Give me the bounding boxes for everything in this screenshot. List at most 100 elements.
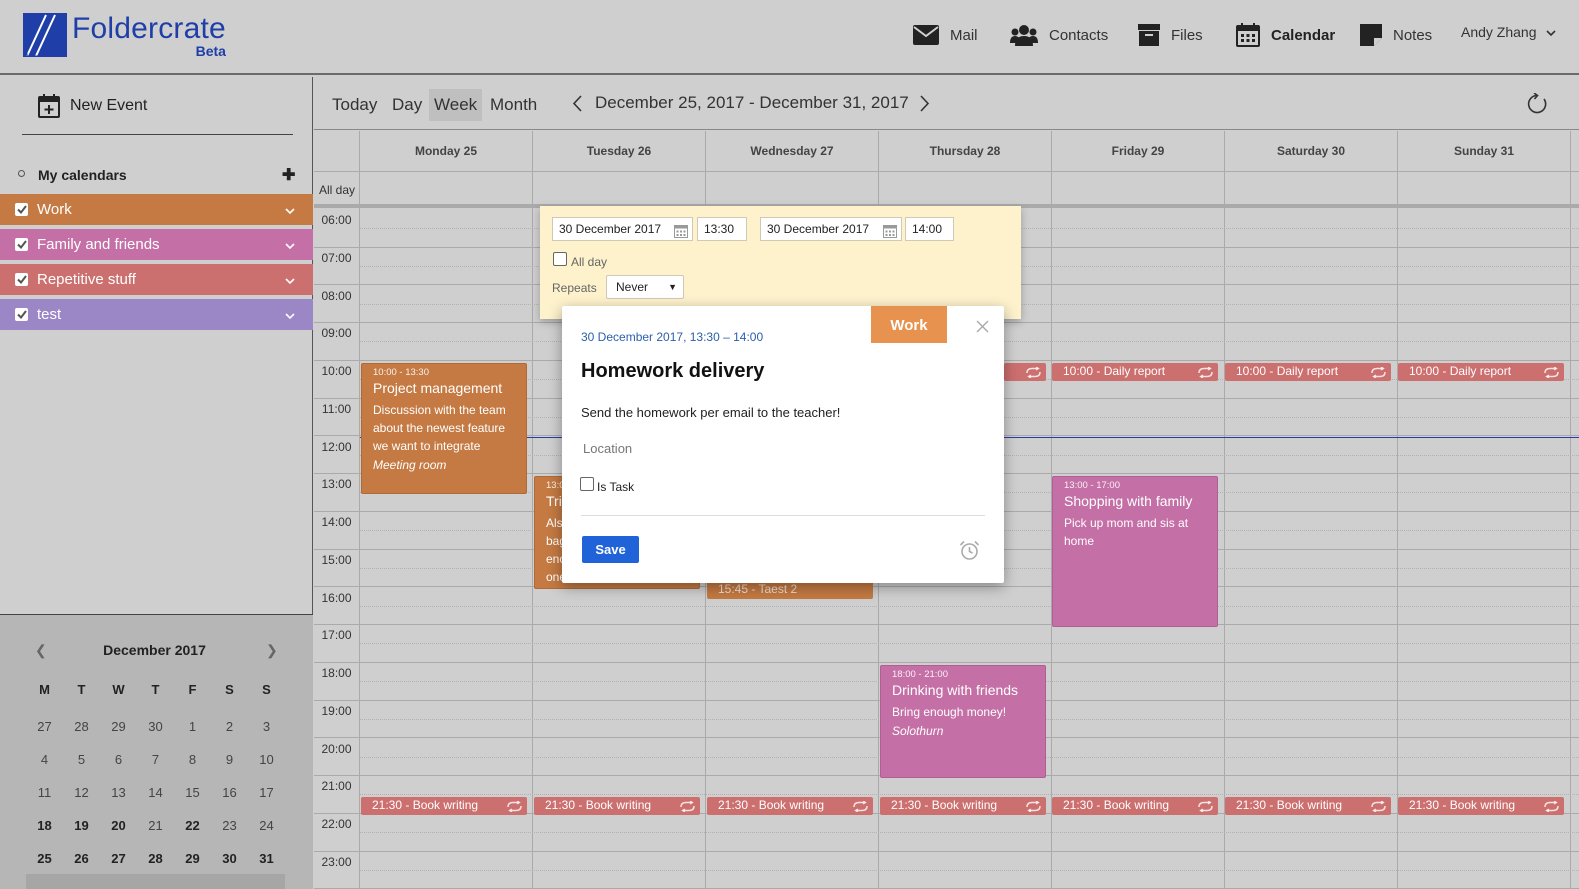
mini-day[interactable]: 12 <box>63 778 100 808</box>
mini-day[interactable]: 27 <box>26 712 63 742</box>
mini-next-month-button[interactable]: ❯ <box>266 642 278 659</box>
day-header[interactable]: Thursday 28 <box>878 131 1051 171</box>
calendar-icon[interactable] <box>883 223 897 245</box>
event-daily-report[interactable]: 10:00 - Daily report <box>1225 363 1391 381</box>
refresh-icon[interactable] <box>1526 92 1548 120</box>
all-day-row[interactable]: All day <box>314 171 1579 208</box>
prev-week-icon[interactable] <box>572 95 582 117</box>
mini-day[interactable]: 19 <box>63 811 100 841</box>
mini-day[interactable]: 14 <box>137 778 174 808</box>
add-calendar-button[interactable]: ✚ <box>282 165 295 185</box>
month-view-button[interactable]: Month <box>485 89 542 121</box>
mini-day[interactable]: 27 <box>100 844 137 874</box>
mini-day[interactable]: 26 <box>63 844 100 874</box>
event-daily-report[interactable]: 10:00 - Daily report <box>1398 363 1564 381</box>
chevron-down-icon[interactable] <box>285 237 295 254</box>
start-time-input[interactable]: 13:30 <box>697 217 747 241</box>
event-book-writing[interactable]: 21:30 - Book writing <box>1052 797 1218 815</box>
is-task-checkbox[interactable] <box>580 477 594 491</box>
mini-day[interactable]: 9 <box>211 745 248 775</box>
event-book-writing[interactable]: 21:30 - Book writing <box>361 797 527 815</box>
nav-notes[interactable]: Notes <box>1360 20 1432 50</box>
event-daily-report[interactable] <box>1004 363 1046 381</box>
calendar-item-work[interactable]: Work <box>0 194 313 225</box>
next-week-icon[interactable] <box>920 95 930 117</box>
nav-files[interactable]: Files <box>1138 20 1203 50</box>
event-book-writing[interactable]: 21:30 - Book writing <box>1398 797 1564 815</box>
today-button[interactable]: Today <box>327 89 382 121</box>
mini-day[interactable]: 20 <box>100 811 137 841</box>
mini-day[interactable]: 30 <box>211 844 248 874</box>
mini-day[interactable]: 23 <box>211 811 248 841</box>
event-book-writing[interactable]: 21:30 - Book writing <box>1225 797 1391 815</box>
event-book-writing[interactable]: 21:30 - Book writing <box>707 797 873 815</box>
mini-day[interactable]: 22 <box>174 811 211 841</box>
repeats-select[interactable]: Never ▼ <box>606 275 684 299</box>
mini-day[interactable]: 29 <box>100 712 137 742</box>
mini-day[interactable]: 25 <box>26 844 63 874</box>
mini-day[interactable]: 7 <box>137 745 174 775</box>
mini-day[interactable]: 29 <box>174 844 211 874</box>
nav-calendar[interactable]: Calendar <box>1236 20 1335 50</box>
mini-day[interactable]: 28 <box>137 844 174 874</box>
all-day-checkbox[interactable] <box>553 252 567 266</box>
mini-day[interactable]: 30 <box>137 712 174 742</box>
week-view-button[interactable]: Week <box>429 89 483 121</box>
alarm-clock-icon[interactable] <box>959 540 980 566</box>
mini-day[interactable]: 1 <box>174 712 211 742</box>
event-drinking-with-friends[interactable]: 18:00 - 21:00 Drinking with friends Brin… <box>880 665 1046 778</box>
day-header[interactable]: Wednesday 27 <box>705 131 878 171</box>
mini-day[interactable]: 24 <box>248 811 285 841</box>
event-book-writing[interactable]: 21:30 - Book writing <box>534 797 700 815</box>
new-event-button[interactable]: New Event <box>22 77 293 135</box>
mini-day[interactable]: 13 <box>100 778 137 808</box>
event-daily-report[interactable]: 10:00 - Daily report <box>1052 363 1218 381</box>
app-logo[interactable]: Foldercrate Beta <box>22 12 226 60</box>
close-icon[interactable] <box>976 320 989 338</box>
mini-day[interactable]: 31 <box>248 844 285 874</box>
nav-contacts[interactable]: Contacts <box>1010 20 1108 50</box>
day-view-button[interactable]: Day <box>387 89 427 121</box>
start-date-input[interactable]: 30 December 2017 <box>552 217 693 241</box>
mini-day[interactable]: 28 <box>63 712 100 742</box>
calendar-checkbox[interactable] <box>15 308 28 321</box>
mini-day[interactable]: 4 <box>26 745 63 775</box>
mini-day[interactable]: 15 <box>174 778 211 808</box>
mini-day[interactable]: 3 <box>248 712 285 742</box>
calendar-item-test[interactable]: test <box>0 299 313 330</box>
mini-day[interactable]: 11 <box>26 778 63 808</box>
mini-day[interactable]: 21 <box>137 811 174 841</box>
event-book-writing[interactable]: 21:30 - Book writing <box>880 797 1046 815</box>
calendar-checkbox[interactable] <box>15 273 28 286</box>
mini-day[interactable]: 2 <box>211 712 248 742</box>
day-header[interactable]: Saturday 30 <box>1224 131 1397 171</box>
day-header[interactable]: Monday 25 <box>359 131 532 171</box>
mini-day[interactable]: 16 <box>211 778 248 808</box>
end-time-input[interactable]: 14:00 <box>905 217 954 241</box>
location-input[interactable]: Location <box>583 441 983 456</box>
event-shopping-with-family[interactable]: 13:00 - 17:00 Shopping with family Pick … <box>1052 476 1218 627</box>
user-menu[interactable]: Andy Zhang <box>1461 24 1556 40</box>
chevron-down-icon[interactable] <box>285 202 295 219</box>
calendar-icon[interactable] <box>674 223 688 245</box>
nav-mail[interactable]: Mail <box>913 20 978 50</box>
calendar-checkbox[interactable] <box>15 203 28 216</box>
mini-day[interactable]: 6 <box>100 745 137 775</box>
chevron-down-icon[interactable] <box>285 307 295 324</box>
calendar-item-repetitive[interactable]: Repetitive stuff <box>0 264 313 295</box>
day-header[interactable]: Tuesday 26 <box>532 131 705 171</box>
calendar-item-family[interactable]: Family and friends <box>0 229 313 260</box>
mini-day[interactable]: 8 <box>174 745 211 775</box>
end-date-input[interactable]: 30 December 2017 <box>760 217 902 241</box>
chevron-down-icon[interactable] <box>285 272 295 289</box>
mini-day[interactable]: 10 <box>248 745 285 775</box>
mini-day[interactable]: 5 <box>63 745 100 775</box>
day-header[interactable]: Sunday 31 <box>1397 131 1570 171</box>
event-taest-2[interactable]: 15:45 - Taest 2 <box>707 581 873 599</box>
mini-day[interactable]: 18 <box>26 811 63 841</box>
event-project-management[interactable]: 10:00 - 13:30 Project management Discuss… <box>361 363 527 494</box>
day-header[interactable]: Friday 29 <box>1051 131 1224 171</box>
mini-day[interactable]: 17 <box>248 778 285 808</box>
save-button[interactable]: Save <box>582 536 639 563</box>
calendar-checkbox[interactable] <box>15 238 28 251</box>
